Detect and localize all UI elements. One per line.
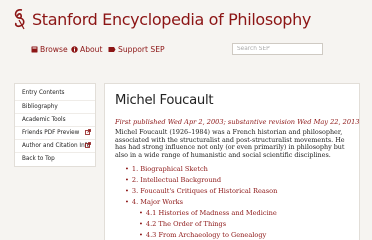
toc-link: 4.1 Histories of Madness and Medicine: [145, 209, 277, 217]
toc-subitem[interactable]: • 4.1 Histories of Madness and Medicine: [139, 209, 277, 217]
sidebar-item-back-to-top[interactable]: Back to Top: [15, 152, 95, 164]
nav-support[interactable]: Support SEP: [108, 45, 165, 54]
toc-subitem[interactable]: • 4.3 From Archaeology to Genealogy: [139, 231, 266, 239]
sidebar-item-friends-pdf-preview[interactable]: Friends PDF Preview: [15, 126, 95, 138]
sidebar-item-academic-tools[interactable]: Academic Tools: [15, 113, 95, 125]
nav-browse[interactable]: Browse: [31, 45, 68, 54]
toc-item[interactable]: • 2. Intellectual Background: [125, 176, 221, 184]
sidebar-item-label: Entry Contents: [22, 90, 65, 96]
entry-navigation-sidebar: Entry Contents Bibliography Academic Too…: [14, 83, 96, 167]
toc-item[interactable]: • 4. Major Works: [125, 198, 183, 206]
toc-item[interactable]: • 1. Biographical Sketch: [125, 165, 208, 173]
toc-link: 3. Foucault's Critiques of Historical Re…: [131, 187, 278, 195]
bullet-icon: •: [139, 209, 143, 217]
sidebar-item-author-citation[interactable]: Author and Citation Info: [15, 139, 95, 151]
sidebar-item-label: Academic Tools: [22, 117, 66, 123]
toc-link: 4.3 From Archaeology to Genealogy: [145, 231, 267, 239]
publication-info: First published Wed Apr 2, 2003; substan…: [115, 118, 360, 126]
bullet-icon: •: [125, 187, 129, 195]
bullet-icon: •: [139, 220, 143, 228]
toc-subitem[interactable]: • 4.2 The Order of Things: [139, 220, 226, 228]
toc-link: 4. Major Works: [131, 198, 184, 206]
toc-link: 1. Biographical Sketch: [131, 165, 208, 173]
bullet-icon: •: [125, 198, 129, 206]
sidebar-item-label: Bibliography: [22, 104, 58, 110]
nav-browse-label: Browse: [40, 45, 68, 54]
external-link-icon: [85, 142, 91, 148]
article-content: Michel Foucault First published Wed Apr …: [104, 83, 360, 240]
article-title: Michel Foucault: [115, 93, 214, 108]
sep-logo-icon[interactable]: [12, 8, 28, 30]
sidebar-item-label: Author and Citation Info: [22, 143, 91, 149]
toc-link: 4.2 The Order of Things: [145, 220, 227, 228]
toc-link: 2. Intellectual Background: [131, 176, 222, 184]
bookmark-icon: [108, 47, 116, 52]
nav-about-label: About: [80, 45, 103, 54]
site-header: Stanford Encyclopedia of Philosophy Brow…: [0, 0, 372, 66]
nav-about[interactable]: About: [71, 45, 102, 54]
bullet-icon: •: [125, 176, 129, 184]
article-abstract: Michel Foucault (1926–1984) was a French…: [115, 128, 345, 159]
info-icon: [71, 46, 78, 53]
book-icon: [31, 46, 38, 53]
site-title[interactable]: Stanford Encyclopedia of Philosophy: [32, 10, 311, 30]
sidebar-item-label: Back to Top: [22, 156, 55, 162]
sidebar-item-bibliography[interactable]: Bibliography: [15, 100, 95, 112]
toc-item[interactable]: • 3. Foucault's Critiques of Historical R…: [125, 187, 277, 195]
sidebar-item-entry-contents[interactable]: Entry Contents: [15, 87, 95, 99]
external-link-icon: [85, 129, 91, 135]
bullet-icon: •: [125, 165, 129, 173]
sidebar-item-label: Friends PDF Preview: [22, 130, 80, 136]
nav-support-label: Support SEP: [118, 45, 165, 54]
bullet-icon: •: [139, 231, 143, 239]
search-input[interactable]: [232, 43, 323, 55]
